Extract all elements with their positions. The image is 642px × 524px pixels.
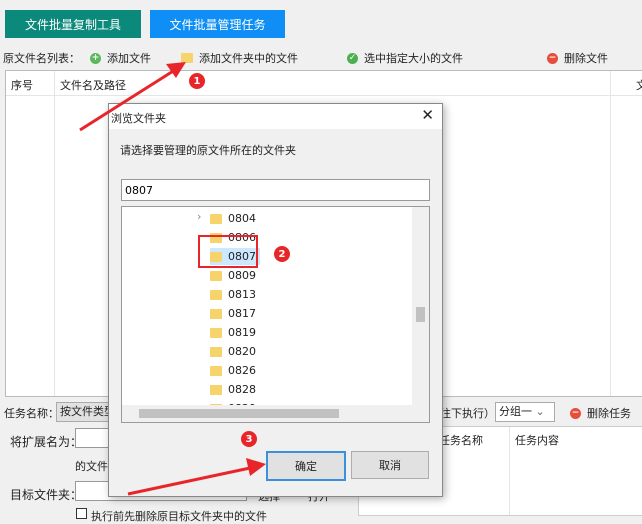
badge-3: 3 (241, 431, 257, 447)
highlight-box (198, 235, 258, 268)
arrow-1-head (166, 62, 186, 78)
badge-1: 1 (189, 73, 205, 89)
badge-2: 2 (274, 246, 290, 262)
arrow-1 (79, 66, 179, 132)
annotation-arrows (79, 62, 266, 496)
arrow-3-head (246, 458, 266, 476)
arrow-3 (127, 466, 251, 496)
